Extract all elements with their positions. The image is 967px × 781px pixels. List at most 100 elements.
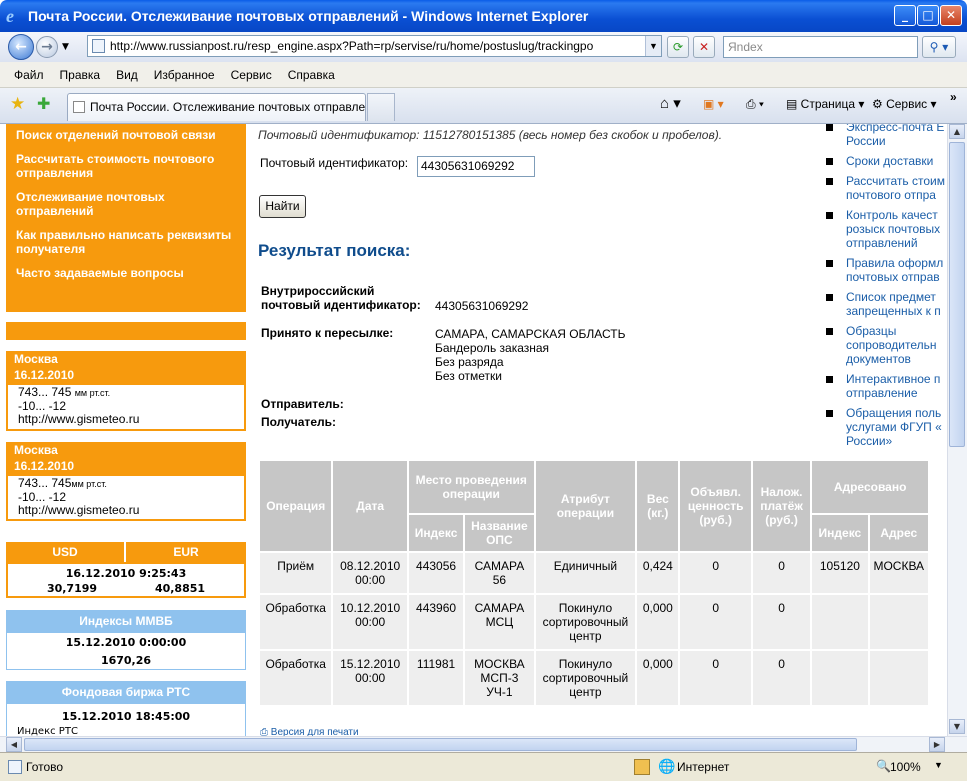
sidebar-link-tracking[interactable]: Отслеживание почтовых отправлений (16, 190, 236, 218)
cell-operation: Обработка (260, 595, 332, 649)
tab-bar: ★ ✚ Почта России. Отслеживание почтовых … (0, 88, 967, 124)
cell-cod: 0 (752, 595, 811, 649)
table-row: Обработка 10.12.2010 00:00 443960 САМАРА… (260, 595, 928, 649)
cell-cod: 0 (752, 553, 811, 593)
globe-icon: 🌐 (658, 758, 676, 774)
rts-box: 15.12.2010 18:45:00 Индекс РТС (6, 703, 246, 736)
refresh-button[interactable]: ⟳ (667, 36, 689, 58)
sidebar-link-calc[interactable]: Рассчитать стоимость почтового отправлен… (16, 152, 236, 180)
vertical-scroll-thumb[interactable] (949, 142, 965, 447)
weather-site-link[interactable]: http://www.gismeteo.ru (18, 504, 234, 517)
print-icon[interactable]: ⎙ ▾ (746, 97, 764, 112)
vertical-scrollbar[interactable]: ▲ ▼ (947, 124, 967, 736)
feeds-icon[interactable]: ▣ ▾ (703, 97, 724, 111)
address-input[interactable]: http://www.russianpost.ru/resp_engine.as… (87, 35, 662, 57)
address-dropdown-icon[interactable]: ▼ (645, 36, 661, 56)
micex-box: 15.12.2010 0:00:00 1670,26 (6, 632, 246, 670)
window-title: Почта России. Отслеживание почтовых отпр… (28, 8, 589, 24)
ie-logo-icon: e (6, 6, 14, 26)
menu-file[interactable]: Файл (14, 68, 44, 82)
menu-view[interactable]: Вид (116, 68, 138, 82)
status-text: Готово (26, 760, 64, 774)
rts-datetime: 15.12.2010 18:45:00 (61, 710, 191, 723)
zoom-level[interactable]: 100% (890, 760, 921, 774)
weather-header-2: Москва 16.12.2010 (6, 442, 246, 474)
scroll-left-icon[interactable]: ◀ (6, 737, 22, 752)
th-declared: Объявл. ценность (руб.) (680, 461, 751, 551)
right-link-line: почтового отпра (846, 188, 936, 202)
right-link-line: Интерактивное п (846, 372, 941, 386)
cell-weight: 0,000 (637, 651, 679, 705)
page-status-icon (8, 760, 22, 774)
micex-datetime: 15.12.2010 0:00:00 (65, 636, 187, 649)
back-arrow-icon: ← (15, 39, 27, 55)
horizontal-scrollbar[interactable]: ◀ ▶ (0, 736, 967, 752)
left-sidebar: Поиск отделений почтовой связи Рассчитат… (6, 124, 246, 736)
table-row: Обработка 15.12.2010 00:00 111981 МОСКВА… (260, 651, 928, 705)
minimize-button[interactable]: _ (894, 5, 916, 26)
right-link[interactable]: Контроль качест розыск почтовых отправлени… (822, 208, 947, 250)
cell-declared: 0 (680, 595, 751, 649)
menu-tools[interactable]: Сервис (231, 68, 272, 82)
zoom-dropdown-icon[interactable]: ▼ (934, 760, 943, 770)
tab-tracking[interactable]: Почта России. Отслеживание почтовых отпр… (67, 93, 366, 121)
th-weight: Вес (кг.) (637, 461, 679, 551)
cell-index: 443056 (408, 553, 464, 593)
right-link-line: России (846, 134, 886, 148)
horizontal-scroll-thumb[interactable] (24, 738, 857, 751)
scroll-down-icon[interactable]: ▼ (949, 719, 965, 734)
right-link[interactable]: Образцы сопроводительн документов (822, 324, 947, 366)
cell-cod: 0 (752, 651, 811, 705)
rts-title: Фондовая биржа РТС (6, 681, 246, 703)
right-link[interactable]: Правила оформл почтовых отправ (822, 256, 947, 284)
favorites-star-icon[interactable]: ★ (10, 94, 25, 114)
close-button[interactable]: ✕ (940, 5, 962, 26)
sidebar-divider (6, 322, 246, 340)
weather-date: 16.12.2010 (14, 459, 75, 473)
sidebar-link-faq[interactable]: Часто задаваемые вопросы (16, 266, 236, 280)
tab-favicon-icon (73, 101, 85, 113)
menu-help[interactable]: Справка (288, 68, 335, 82)
find-button[interactable]: Найти (259, 195, 306, 218)
weather-site-link[interactable]: http://www.gismeteo.ru (18, 413, 234, 426)
tools-menu[interactable]: ⚙ Сервис ▾ (872, 97, 937, 111)
search-input[interactable]: Яndex (723, 36, 918, 58)
print-version-link[interactable]: ⎙ Версия для печати (260, 727, 359, 736)
scroll-up-icon[interactable]: ▲ (949, 124, 965, 139)
sidebar-link-offices[interactable]: Поиск отделений почтовой связи (16, 128, 236, 142)
cell-operation: Приём (260, 553, 332, 593)
menu-favorites[interactable]: Избранное (154, 68, 215, 82)
right-link[interactable]: Список предмет запрещенных к п (822, 290, 947, 318)
tracking-id-input[interactable]: 44305631069292 (417, 156, 535, 177)
stop-icon: ✕ (698, 40, 710, 54)
cell-addr-index: 105120 (812, 553, 868, 593)
search-button[interactable]: ⚲ ▾ (922, 36, 956, 58)
menu-edit[interactable]: Правка (60, 68, 101, 82)
history-dropdown-icon[interactable]: ▼ (62, 42, 69, 52)
sidebar-link-requisites[interactable]: Как правильно написать реквизиты получат… (16, 228, 236, 256)
new-tab-button[interactable] (367, 93, 395, 121)
cell-attribute: Покинуло сортировочный центр (535, 651, 636, 705)
cell-date: 15.12.2010 00:00 (333, 651, 407, 705)
page-menu[interactable]: ▤ Страница ▾ (786, 97, 864, 111)
right-link[interactable]: Экспресс-почта Е России (822, 124, 947, 148)
right-link[interactable]: Обращения поль услугами ФГУП «России» (822, 406, 947, 448)
cell-index: 443960 (408, 595, 464, 649)
th-addr-address: Адрес (869, 515, 928, 551)
micex-title: Индексы ММВБ (6, 610, 246, 632)
right-link[interactable]: Рассчитать стоим почтового отпра (822, 174, 947, 202)
scroll-right-icon[interactable]: ▶ (929, 737, 945, 752)
chevron-more-icon[interactable]: » (950, 90, 957, 104)
right-link[interactable]: Интерактивное п отправление (822, 372, 947, 400)
home-icon[interactable]: ⌂ ▾ (660, 94, 681, 112)
right-link-line: Сроки доставки (846, 154, 934, 168)
right-links: Экспресс-почта Е России Сроки доставки Расс… (822, 124, 947, 454)
add-favorite-icon[interactable]: ✚ (37, 94, 50, 113)
right-link-line: Список предмет (846, 290, 936, 304)
cell-addr (869, 651, 928, 705)
back-button[interactable]: ← (8, 34, 34, 60)
stop-button[interactable]: ✕ (693, 36, 715, 58)
right-link[interactable]: Сроки доставки (822, 154, 947, 168)
forward-button[interactable]: → (36, 36, 58, 58)
maximize-button[interactable]: □ (917, 5, 939, 26)
